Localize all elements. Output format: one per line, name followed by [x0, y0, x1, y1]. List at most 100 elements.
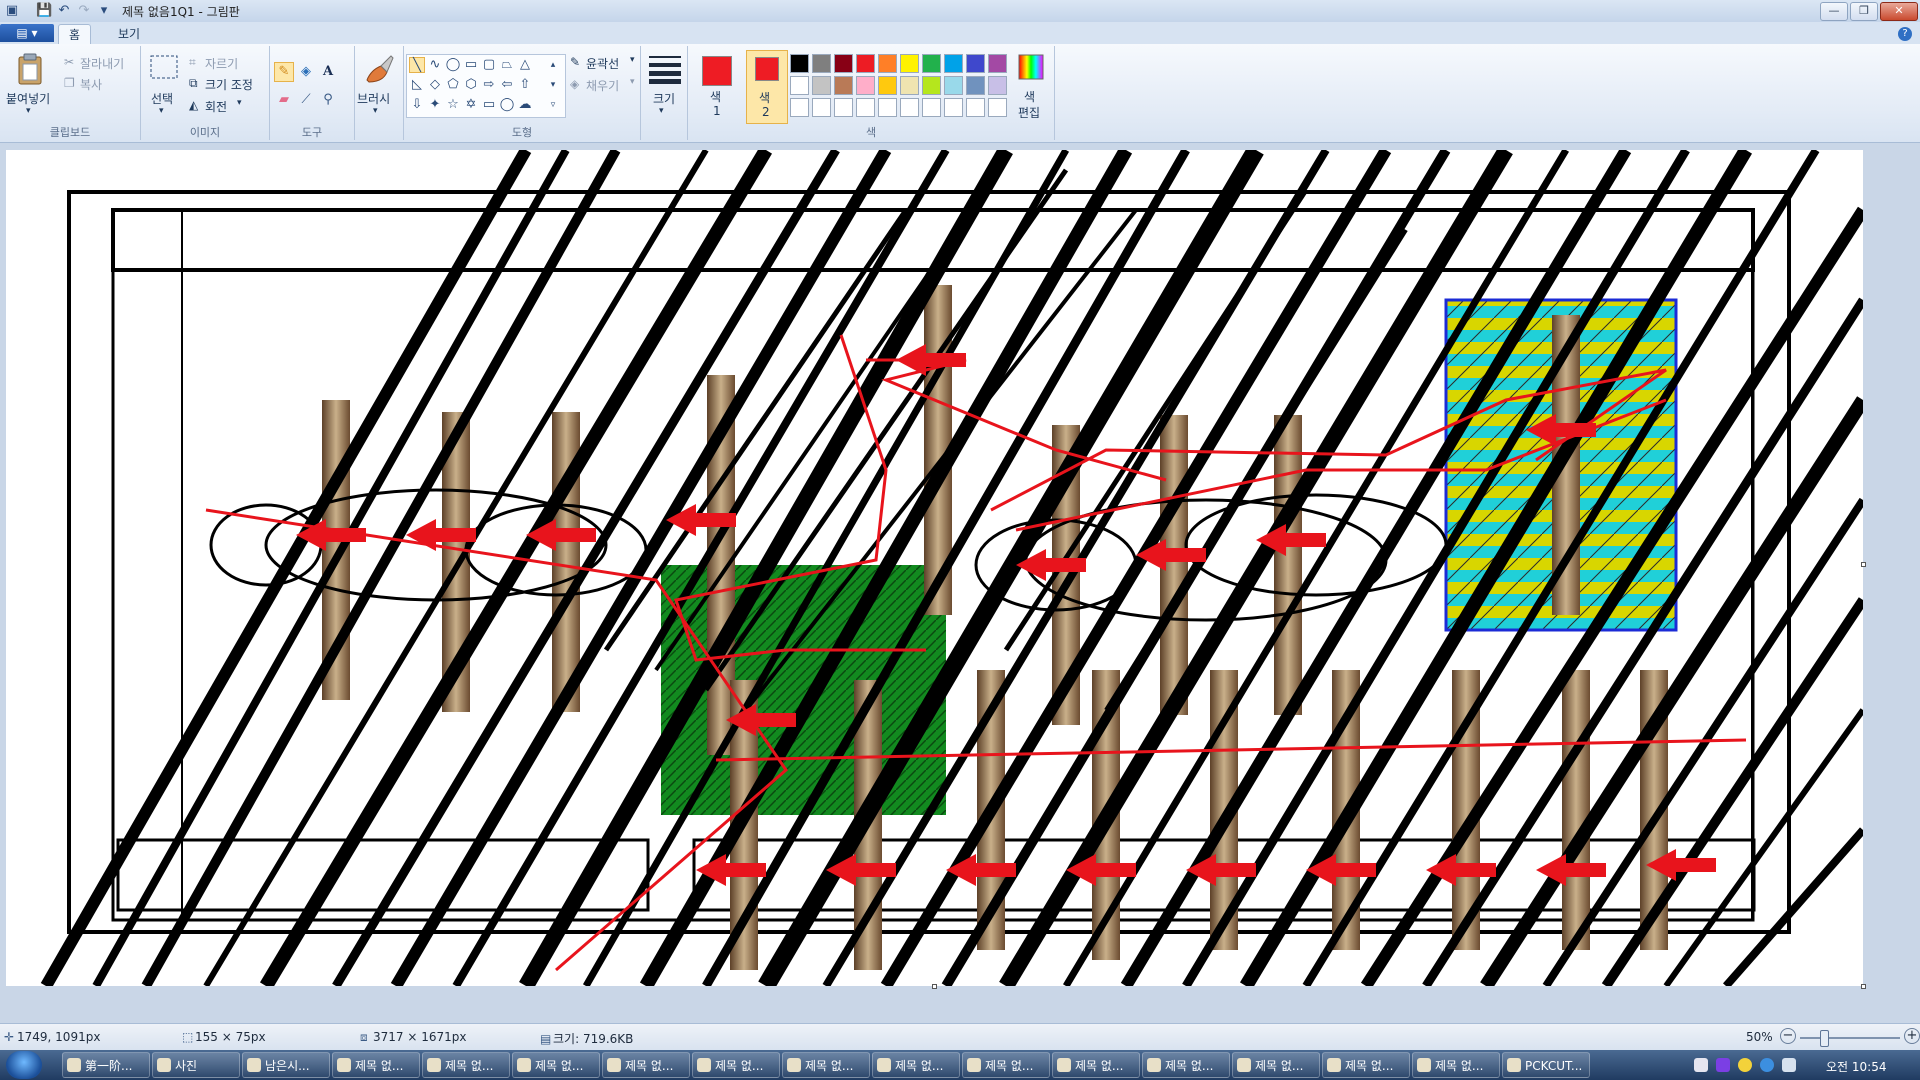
five-point-star-shape-icon[interactable]: ☆: [445, 97, 461, 113]
rotate-icon[interactable]: ◭: [189, 98, 198, 112]
taskbar-button[interactable]: 제목 없...: [692, 1052, 780, 1078]
volume-icon[interactable]: [1782, 1058, 1796, 1072]
palette-color-swatch[interactable]: [922, 76, 941, 95]
cloud-callout-shape-icon[interactable]: ☁: [517, 97, 533, 113]
line-shape-icon[interactable]: ╲: [409, 57, 425, 73]
tray-smiley-icon[interactable]: [1738, 1058, 1752, 1072]
palette-color-swatch[interactable]: [812, 76, 831, 95]
taskbar-button[interactable]: 제목 없...: [782, 1052, 870, 1078]
outline-dropdown-icon[interactable]: ▾: [630, 55, 635, 65]
canvas-resize-handle-right[interactable]: [1861, 562, 1866, 567]
help-icon[interactable]: ?: [1898, 27, 1912, 41]
oval-shape-icon[interactable]: ◯: [445, 57, 461, 73]
text-tool-icon[interactable]: A: [318, 62, 338, 82]
polygon-shape-icon[interactable]: ⏢: [499, 57, 515, 73]
outline-icon[interactable]: ✎: [570, 55, 580, 69]
paste-button[interactable]: 붙여넣기: [6, 90, 50, 107]
eraser-icon[interactable]: ▰: [274, 90, 294, 110]
taskbar-button[interactable]: 제목 없...: [962, 1052, 1050, 1078]
select-button[interactable]: 선택: [151, 90, 173, 107]
size-icon[interactable]: [649, 54, 681, 84]
fill-icon[interactable]: ◈: [570, 77, 579, 91]
color1-swatch[interactable]: [702, 56, 732, 86]
select-dropdown-icon[interactable]: ▾: [159, 106, 164, 116]
size-dropdown-icon[interactable]: ▾: [659, 106, 664, 116]
file-menu-button[interactable]: ▤ ▾: [0, 24, 54, 42]
resize-button[interactable]: 크기 조정: [205, 76, 253, 93]
palette-color-swatch[interactable]: [878, 98, 897, 117]
palette-color-swatch[interactable]: [900, 98, 919, 117]
palette-color-swatch[interactable]: [988, 98, 1007, 117]
rectangle-shape-icon[interactable]: ▭: [463, 57, 479, 73]
shapes-scroll-down-icon[interactable]: ▾: [545, 77, 561, 93]
edit-colors-label-2[interactable]: 편집: [1018, 104, 1040, 121]
paste-icon[interactable]: [16, 52, 44, 86]
rotate-dropdown-icon[interactable]: ▾: [237, 98, 242, 108]
taskbar-button[interactable]: 사진: [152, 1052, 240, 1078]
down-arrow-shape-icon[interactable]: ⇩: [409, 97, 425, 113]
rectangular-callout-shape-icon[interactable]: ▭: [481, 97, 497, 113]
taskbar-button[interactable]: PCKCUT...: [1502, 1052, 1590, 1078]
tray-app-icon[interactable]: [1694, 1058, 1708, 1072]
palette-color-swatch[interactable]: [922, 54, 941, 73]
zoom-in-button[interactable]: +: [1904, 1028, 1920, 1044]
pencil-icon[interactable]: ✎: [274, 62, 294, 82]
paste-dropdown-icon[interactable]: ▾: [26, 106, 31, 116]
crop-button[interactable]: 자르기: [205, 55, 238, 72]
clock[interactable]: 오전 10:54: [1826, 1058, 1886, 1075]
brushes-button[interactable]: 브러시: [357, 90, 390, 107]
canvas-resize-handle-corner[interactable]: [1861, 984, 1866, 989]
taskbar-button[interactable]: 제목 없...: [1232, 1052, 1320, 1078]
start-button[interactable]: [6, 1051, 42, 1079]
palette-color-swatch[interactable]: [944, 54, 963, 73]
zoom-out-button[interactable]: −: [1780, 1028, 1796, 1044]
taskbar-button[interactable]: 제목 없...: [1142, 1052, 1230, 1078]
undo-icon[interactable]: ↶: [56, 3, 72, 19]
palette-color-swatch[interactable]: [856, 76, 875, 95]
select-icon[interactable]: [149, 54, 179, 80]
taskbar-button[interactable]: 제목 없...: [1052, 1052, 1140, 1078]
palette-color-swatch[interactable]: [834, 54, 853, 73]
pentagon-shape-icon[interactable]: ⬠: [445, 77, 461, 93]
outline-button[interactable]: 윤곽선: [586, 55, 619, 72]
right-triangle-shape-icon[interactable]: ◺: [409, 77, 425, 93]
rounded-rectangle-shape-icon[interactable]: ▢: [481, 57, 497, 73]
palette-color-swatch[interactable]: [812, 54, 831, 73]
triangle-shape-icon[interactable]: △: [517, 57, 533, 73]
taskbar-button[interactable]: 第一阶...: [62, 1052, 150, 1078]
palette-color-swatch[interactable]: [944, 98, 963, 117]
taskbar-button[interactable]: 제목 없...: [332, 1052, 420, 1078]
color2-button[interactable]: 색 2: [746, 50, 788, 124]
palette-color-swatch[interactable]: [790, 54, 809, 73]
magnifier-icon[interactable]: ⚲: [318, 90, 338, 110]
diamond-shape-icon[interactable]: ◇: [427, 77, 443, 93]
palette-color-swatch[interactable]: [834, 98, 853, 117]
maximize-button[interactable]: ❐: [1850, 2, 1878, 21]
palette-color-swatch[interactable]: [988, 54, 1007, 73]
paint-app-icon[interactable]: ▣: [4, 3, 20, 19]
hexagon-shape-icon[interactable]: ⬡: [463, 77, 479, 93]
edit-colors-icon[interactable]: [1018, 54, 1044, 80]
crop-icon[interactable]: ⌗: [189, 55, 196, 70]
palette-color-swatch[interactable]: [944, 76, 963, 95]
oval-callout-shape-icon[interactable]: ◯: [499, 97, 515, 113]
rotate-button[interactable]: 회전: [205, 98, 227, 115]
color-picker-icon[interactable]: ⟋: [296, 90, 316, 110]
palette-color-swatch[interactable]: [988, 76, 1007, 95]
four-point-star-shape-icon[interactable]: ✦: [427, 97, 443, 113]
fill-button[interactable]: 채우기: [586, 77, 619, 94]
palette-color-swatch[interactable]: [966, 54, 985, 73]
drawing-canvas[interactable]: [6, 145, 1869, 991]
color1-label[interactable]: 색: [710, 88, 721, 105]
palette-color-swatch[interactable]: [966, 76, 985, 95]
minimize-button[interactable]: —: [1820, 2, 1848, 21]
save-icon[interactable]: 💾: [36, 3, 52, 19]
close-button[interactable]: ✕: [1880, 2, 1918, 21]
taskbar-button[interactable]: 제목 없...: [872, 1052, 960, 1078]
zoom-slider-thumb[interactable]: [1820, 1030, 1829, 1047]
up-arrow-shape-icon[interactable]: ⇧: [517, 77, 533, 93]
palette-color-swatch[interactable]: [878, 76, 897, 95]
copy-icon[interactable]: ❐: [64, 76, 75, 90]
palette-color-swatch[interactable]: [900, 76, 919, 95]
customize-quick-access-icon[interactable]: ▾: [96, 3, 112, 19]
